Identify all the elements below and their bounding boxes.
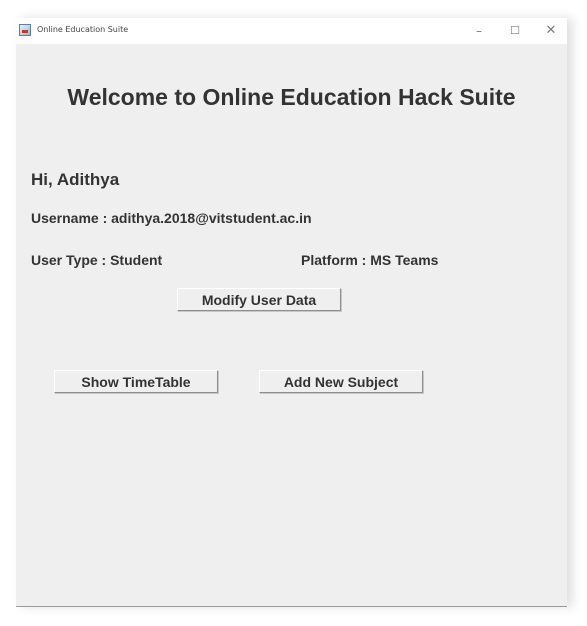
java-app-icon [19, 24, 31, 36]
user-type-label: User Type : Student [31, 252, 163, 268]
minimize-icon[interactable]: – [464, 20, 494, 42]
title-bar[interactable]: Online Education Suite – ☐ ✕ [16, 18, 567, 44]
greeting-label: Hi, Adithya [31, 170, 120, 189]
username-label: Username : adithya.2018@vitstudent.ac.in [31, 210, 312, 226]
window-title: Online Education Suite [37, 25, 129, 34]
close-icon[interactable]: ✕ [536, 20, 566, 42]
modify-user-data-button[interactable]: Modify User Data [177, 288, 341, 311]
show-timetable-button[interactable]: Show TimeTable [54, 370, 218, 393]
app-window: Online Education Suite – ☐ ✕ Welcome to … [16, 18, 567, 607]
maximize-icon[interactable]: ☐ [500, 20, 530, 42]
platform-label: Platform : MS Teams [301, 252, 439, 268]
add-new-subject-button[interactable]: Add New Subject [259, 370, 423, 393]
page-title: Welcome to Online Education Hack Suite [67, 84, 516, 110]
